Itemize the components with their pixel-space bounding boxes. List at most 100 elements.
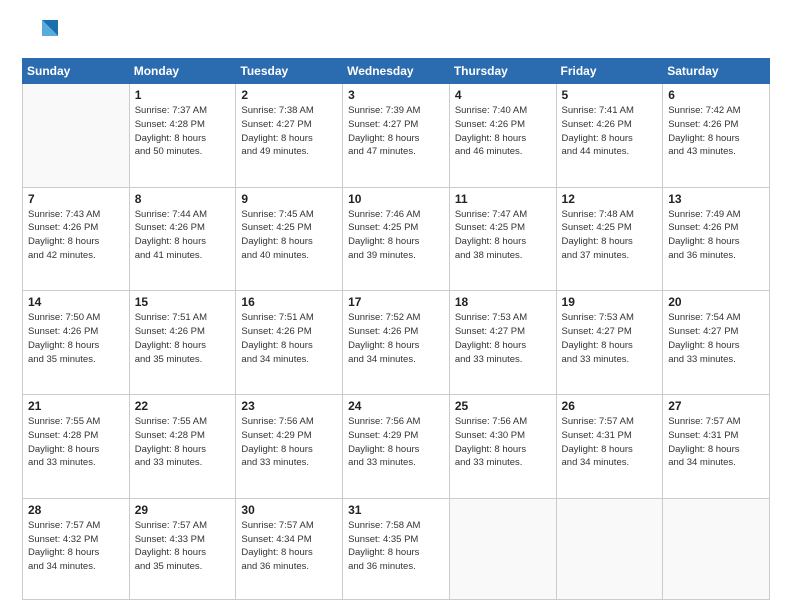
day-number: 5 bbox=[562, 88, 658, 102]
day-info: Sunrise: 7:40 AMSunset: 4:26 PMDaylight:… bbox=[455, 104, 551, 159]
day-number: 19 bbox=[562, 295, 658, 309]
header bbox=[22, 18, 770, 48]
calendar-cell: 30 Sunrise: 7:57 AMSunset: 4:34 PMDayligh… bbox=[236, 498, 343, 599]
day-info: Sunrise: 7:57 AMSunset: 4:32 PMDaylight:… bbox=[28, 519, 124, 574]
day-info: Sunrise: 7:56 AMSunset: 4:29 PMDaylight:… bbox=[348, 415, 444, 470]
day-info: Sunrise: 7:51 AMSunset: 4:26 PMDaylight:… bbox=[241, 311, 337, 366]
day-info: Sunrise: 7:57 AMSunset: 4:34 PMDaylight:… bbox=[241, 519, 337, 574]
day-number: 30 bbox=[241, 503, 337, 517]
day-info: Sunrise: 7:48 AMSunset: 4:25 PMDaylight:… bbox=[562, 208, 658, 263]
weekday-header-friday: Friday bbox=[556, 59, 663, 84]
calendar-cell: 4 Sunrise: 7:40 AMSunset: 4:26 PMDaylight… bbox=[449, 84, 556, 188]
weekday-header-wednesday: Wednesday bbox=[343, 59, 450, 84]
day-info: Sunrise: 7:52 AMSunset: 4:26 PMDaylight:… bbox=[348, 311, 444, 366]
day-number: 11 bbox=[455, 192, 551, 206]
day-number: 9 bbox=[241, 192, 337, 206]
calendar-cell: 12 Sunrise: 7:48 AMSunset: 4:25 PMDayligh… bbox=[556, 187, 663, 291]
day-number: 15 bbox=[135, 295, 231, 309]
day-info: Sunrise: 7:53 AMSunset: 4:27 PMDaylight:… bbox=[562, 311, 658, 366]
day-info: Sunrise: 7:44 AMSunset: 4:26 PMDaylight:… bbox=[135, 208, 231, 263]
day-number: 14 bbox=[28, 295, 124, 309]
calendar-cell: 20 Sunrise: 7:54 AMSunset: 4:27 PMDayligh… bbox=[663, 291, 770, 395]
calendar-cell: 28 Sunrise: 7:57 AMSunset: 4:32 PMDayligh… bbox=[23, 498, 130, 599]
day-number: 4 bbox=[455, 88, 551, 102]
day-info: Sunrise: 7:46 AMSunset: 4:25 PMDaylight:… bbox=[348, 208, 444, 263]
day-number: 27 bbox=[668, 399, 764, 413]
calendar-cell: 14 Sunrise: 7:50 AMSunset: 4:26 PMDayligh… bbox=[23, 291, 130, 395]
calendar-cell: 22Sunrise: 7:55 AMSunset: 4:28 PMDayligh… bbox=[129, 395, 236, 499]
calendar-cell: 21 Sunrise: 7:55 AMSunset: 4:28 PMDayligh… bbox=[23, 395, 130, 499]
day-info: Sunrise: 7:56 AMSunset: 4:30 PMDaylight:… bbox=[455, 415, 551, 470]
day-info: Sunrise: 7:45 AMSunset: 4:25 PMDaylight:… bbox=[241, 208, 337, 263]
day-number: 8 bbox=[135, 192, 231, 206]
day-number: 6 bbox=[668, 88, 764, 102]
day-number: 24 bbox=[348, 399, 444, 413]
day-info: Sunrise: 7:58 AMSunset: 4:35 PMDaylight:… bbox=[348, 519, 444, 574]
calendar-cell bbox=[23, 84, 130, 188]
day-info: Sunrise: 7:55 AMSunset: 4:28 PMDaylight:… bbox=[28, 415, 124, 470]
logo bbox=[22, 18, 64, 48]
logo-icon bbox=[22, 18, 58, 48]
day-number: 12 bbox=[562, 192, 658, 206]
calendar-cell: 27 Sunrise: 7:57 AMSunset: 4:31 PMDayligh… bbox=[663, 395, 770, 499]
calendar-cell: 17 Sunrise: 7:52 AMSunset: 4:26 PMDayligh… bbox=[343, 291, 450, 395]
day-info: Sunrise: 7:49 AMSunset: 4:26 PMDaylight:… bbox=[668, 208, 764, 263]
calendar-cell: 13 Sunrise: 7:49 AMSunset: 4:26 PMDayligh… bbox=[663, 187, 770, 291]
calendar-cell: 10 Sunrise: 7:46 AMSunset: 4:25 PMDayligh… bbox=[343, 187, 450, 291]
calendar-cell: 2 Sunrise: 7:38 AMSunset: 4:27 PMDaylight… bbox=[236, 84, 343, 188]
week-row-2: 7Sunrise: 7:43 AMSunset: 4:26 PMDaylight… bbox=[23, 187, 770, 291]
day-number: 21 bbox=[28, 399, 124, 413]
calendar-cell: 25 Sunrise: 7:56 AMSunset: 4:30 PMDayligh… bbox=[449, 395, 556, 499]
calendar-cell: 26Sunrise: 7:57 AMSunset: 4:31 PMDayligh… bbox=[556, 395, 663, 499]
calendar-cell: 18 Sunrise: 7:53 AMSunset: 4:27 PMDayligh… bbox=[449, 291, 556, 395]
day-number: 13 bbox=[668, 192, 764, 206]
week-row-1: 1 Sunrise: 7:37 AMSunset: 4:28 PMDaylight… bbox=[23, 84, 770, 188]
day-info: Sunrise: 7:51 AMSunset: 4:26 PMDaylight:… bbox=[135, 311, 231, 366]
calendar-cell bbox=[663, 498, 770, 599]
calendar-cell: 1 Sunrise: 7:37 AMSunset: 4:28 PMDaylight… bbox=[129, 84, 236, 188]
day-info: Sunrise: 7:56 AMSunset: 4:29 PMDaylight:… bbox=[241, 415, 337, 470]
page: SundayMondayTuesdayWednesdayThursdayFrid… bbox=[0, 0, 792, 612]
day-number: 7 bbox=[28, 192, 124, 206]
day-number: 28 bbox=[28, 503, 124, 517]
weekday-header-monday: Monday bbox=[129, 59, 236, 84]
calendar-cell: 8 Sunrise: 7:44 AMSunset: 4:26 PMDaylight… bbox=[129, 187, 236, 291]
day-number: 1 bbox=[135, 88, 231, 102]
day-number: 10 bbox=[348, 192, 444, 206]
week-row-4: 21 Sunrise: 7:55 AMSunset: 4:28 PMDayligh… bbox=[23, 395, 770, 499]
weekday-header-tuesday: Tuesday bbox=[236, 59, 343, 84]
calendar-cell: 19 Sunrise: 7:53 AMSunset: 4:27 PMDayligh… bbox=[556, 291, 663, 395]
day-info: Sunrise: 7:53 AMSunset: 4:27 PMDaylight:… bbox=[455, 311, 551, 366]
day-number: 26 bbox=[562, 399, 658, 413]
calendar-cell: 5 Sunrise: 7:41 AMSunset: 4:26 PMDaylight… bbox=[556, 84, 663, 188]
day-number: 2 bbox=[241, 88, 337, 102]
calendar-cell: 23 Sunrise: 7:56 AMSunset: 4:29 PMDayligh… bbox=[236, 395, 343, 499]
day-info: Sunrise: 7:57 AMSunset: 4:33 PMDaylight:… bbox=[135, 519, 231, 574]
day-info: Sunrise: 7:42 AMSunset: 4:26 PMDaylight:… bbox=[668, 104, 764, 159]
weekday-header-sunday: Sunday bbox=[23, 59, 130, 84]
day-info: Sunrise: 7:57 AMSunset: 4:31 PMDaylight:… bbox=[668, 415, 764, 470]
day-number: 16 bbox=[241, 295, 337, 309]
calendar-cell: 29Sunrise: 7:57 AMSunset: 4:33 PMDayligh… bbox=[129, 498, 236, 599]
day-number: 17 bbox=[348, 295, 444, 309]
day-info: Sunrise: 7:50 AMSunset: 4:26 PMDaylight:… bbox=[28, 311, 124, 366]
day-info: Sunrise: 7:38 AMSunset: 4:27 PMDaylight:… bbox=[241, 104, 337, 159]
day-info: Sunrise: 7:37 AMSunset: 4:28 PMDaylight:… bbox=[135, 104, 231, 159]
day-number: 20 bbox=[668, 295, 764, 309]
calendar-cell bbox=[556, 498, 663, 599]
weekday-header-saturday: Saturday bbox=[663, 59, 770, 84]
day-info: Sunrise: 7:54 AMSunset: 4:27 PMDaylight:… bbox=[668, 311, 764, 366]
calendar-cell: 15 Sunrise: 7:51 AMSunset: 4:26 PMDayligh… bbox=[129, 291, 236, 395]
calendar-cell bbox=[449, 498, 556, 599]
day-number: 18 bbox=[455, 295, 551, 309]
calendar-cell: 16 Sunrise: 7:51 AMSunset: 4:26 PMDayligh… bbox=[236, 291, 343, 395]
day-number: 25 bbox=[455, 399, 551, 413]
day-info: Sunrise: 7:55 AMSunset: 4:28 PMDaylight:… bbox=[135, 415, 231, 470]
day-info: Sunrise: 7:47 AMSunset: 4:25 PMDaylight:… bbox=[455, 208, 551, 263]
day-info: Sunrise: 7:41 AMSunset: 4:26 PMDaylight:… bbox=[562, 104, 658, 159]
day-number: 23 bbox=[241, 399, 337, 413]
week-row-5: 28 Sunrise: 7:57 AMSunset: 4:32 PMDayligh… bbox=[23, 498, 770, 599]
calendar-cell: 11 Sunrise: 7:47 AMSunset: 4:25 PMDayligh… bbox=[449, 187, 556, 291]
calendar-cell: 3Sunrise: 7:39 AMSunset: 4:27 PMDaylight… bbox=[343, 84, 450, 188]
calendar-cell: 24 Sunrise: 7:56 AMSunset: 4:29 PMDayligh… bbox=[343, 395, 450, 499]
